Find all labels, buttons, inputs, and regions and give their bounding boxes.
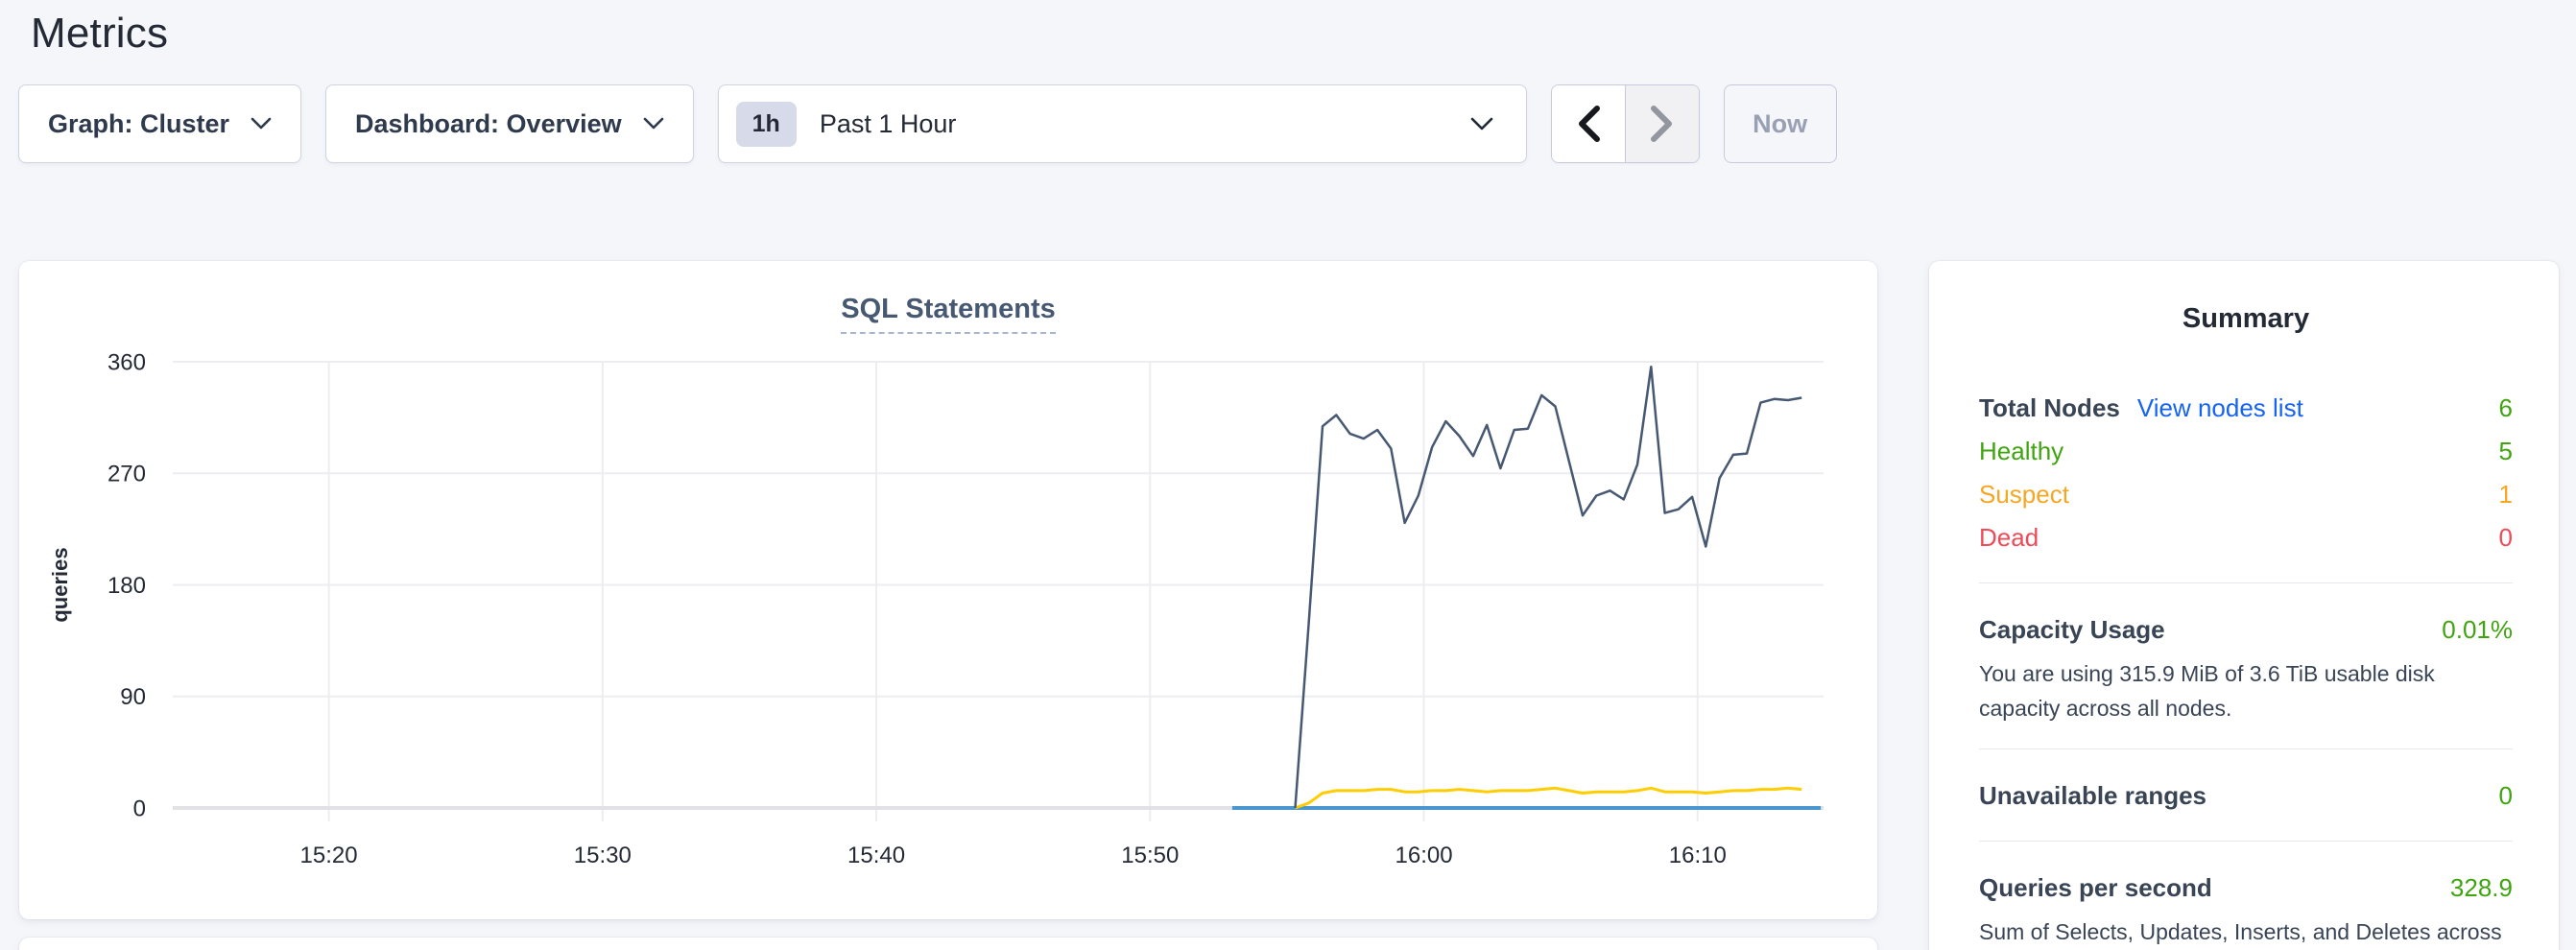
graph-scope-dropdown[interactable]: Graph: Cluster: [18, 84, 301, 163]
sql-statements-chart-panel: 15:20 15:30 15:40 15:50 16:00 16:10 0 90 180 270 3…: [19, 261, 1877, 919]
capacity-usage-description: You are using 315.9 MiB of 3.6 TiB usabl…: [1979, 657, 2513, 725]
x-axis-tick-label: 16:10: [1669, 843, 1727, 868]
time-step-button-group: [1551, 84, 1700, 163]
dashboard-dropdown[interactable]: Dashboard: Overview: [325, 84, 694, 163]
chevron-down-icon: [1470, 117, 1493, 131]
dashboard-content: 15:20 15:30 15:40 15:50 16:00 16:10 0 90 180 270 3…: [19, 261, 2559, 950]
y-axis-tick-label: 90: [120, 684, 146, 710]
healthy-nodes-row: Healthy 5: [1979, 430, 2513, 473]
sql-statements-chart: 15:20 15:30 15:40 15:50 16:00 16:10 0 90 180 270 3…: [19, 261, 1877, 919]
y-axis-label: queries: [48, 547, 72, 622]
queries-per-second-description: Sum of Selects, Updates, Inserts, and De…: [1979, 915, 2513, 950]
series-yellow-line: [1296, 788, 1802, 808]
dead-value: 0: [2499, 516, 2513, 559]
next-time-button[interactable]: [1626, 85, 1699, 162]
x-axis-tick-label: 16:00: [1395, 843, 1453, 868]
healthy-value: 5: [2499, 430, 2513, 473]
chevron-down-icon: [250, 117, 272, 131]
page-title: Metrics: [31, 10, 168, 58]
x-axis-tick-label: 15:30: [574, 843, 632, 868]
view-nodes-list-link[interactable]: View nodes list: [2137, 387, 2303, 430]
chevron-down-icon: [643, 117, 664, 131]
chart-title-tooltip[interactable]: SQL Statements: [841, 294, 1055, 334]
time-range-label: Past 1 Hour: [820, 109, 957, 139]
y-axis-tick-label: 0: [133, 796, 146, 821]
time-range-badge: 1h: [736, 102, 797, 147]
divider: [1979, 582, 2513, 583]
summary-panel: Summary Total Nodes View nodes list 6 He…: [1929, 261, 2559, 950]
total-nodes-label: Total Nodes: [1979, 387, 2120, 430]
x-axis-tick-label: 15:50: [1121, 843, 1179, 868]
dead-nodes-row: Dead 0: [1979, 516, 2513, 559]
queries-per-second-row: Queries per second 328.9: [1979, 867, 2513, 910]
previous-time-button[interactable]: [1552, 85, 1626, 162]
queries-per-second-label: Queries per second: [1979, 867, 2212, 910]
summary-title: Summary: [1979, 303, 2513, 335]
suspect-value: 1: [2499, 473, 2513, 516]
suspect-label: Suspect: [1979, 473, 2069, 516]
total-nodes-value: 6: [2499, 387, 2513, 430]
graph-scope-label: Graph: Cluster: [48, 109, 229, 139]
series-navy-line: [1296, 367, 1802, 808]
y-axis-tick-label: 180: [107, 573, 146, 599]
capacity-usage-row: Capacity Usage 0.01%: [1979, 608, 2513, 652]
x-axis-tick-label: 15:40: [847, 843, 905, 868]
divider: [1979, 841, 2513, 842]
time-range-selector[interactable]: 1h Past 1 Hour: [718, 84, 1527, 163]
dead-label: Dead: [1979, 516, 2039, 559]
unavailable-ranges-value: 0: [2499, 774, 2513, 818]
x-axis-tick-label: 15:20: [300, 843, 358, 868]
chevron-left-icon: [1576, 105, 1601, 143]
next-chart-panel: [19, 938, 1877, 950]
unavailable-ranges-row: Unavailable ranges 0: [1979, 774, 2513, 818]
capacity-usage-value: 0.01%: [2442, 608, 2513, 652]
queries-per-second-value: 328.9: [2450, 867, 2513, 910]
chevron-right-icon: [1650, 105, 1675, 143]
capacity-usage-label: Capacity Usage: [1979, 608, 2165, 652]
total-nodes-row: Total Nodes View nodes list 6: [1979, 387, 2513, 430]
metrics-toolbar: Graph: Cluster Dashboard: Overview 1h Pa…: [18, 84, 1837, 163]
y-axis-tick-label: 270: [107, 462, 146, 487]
now-button[interactable]: Now: [1724, 84, 1837, 163]
suspect-nodes-row: Suspect 1: [1979, 473, 2513, 516]
unavailable-ranges-label: Unavailable ranges: [1979, 774, 2206, 818]
dashboard-label: Dashboard: Overview: [355, 109, 622, 139]
healthy-label: Healthy: [1979, 430, 2063, 473]
divider: [1979, 748, 2513, 749]
y-axis-tick-label: 360: [107, 349, 146, 375]
